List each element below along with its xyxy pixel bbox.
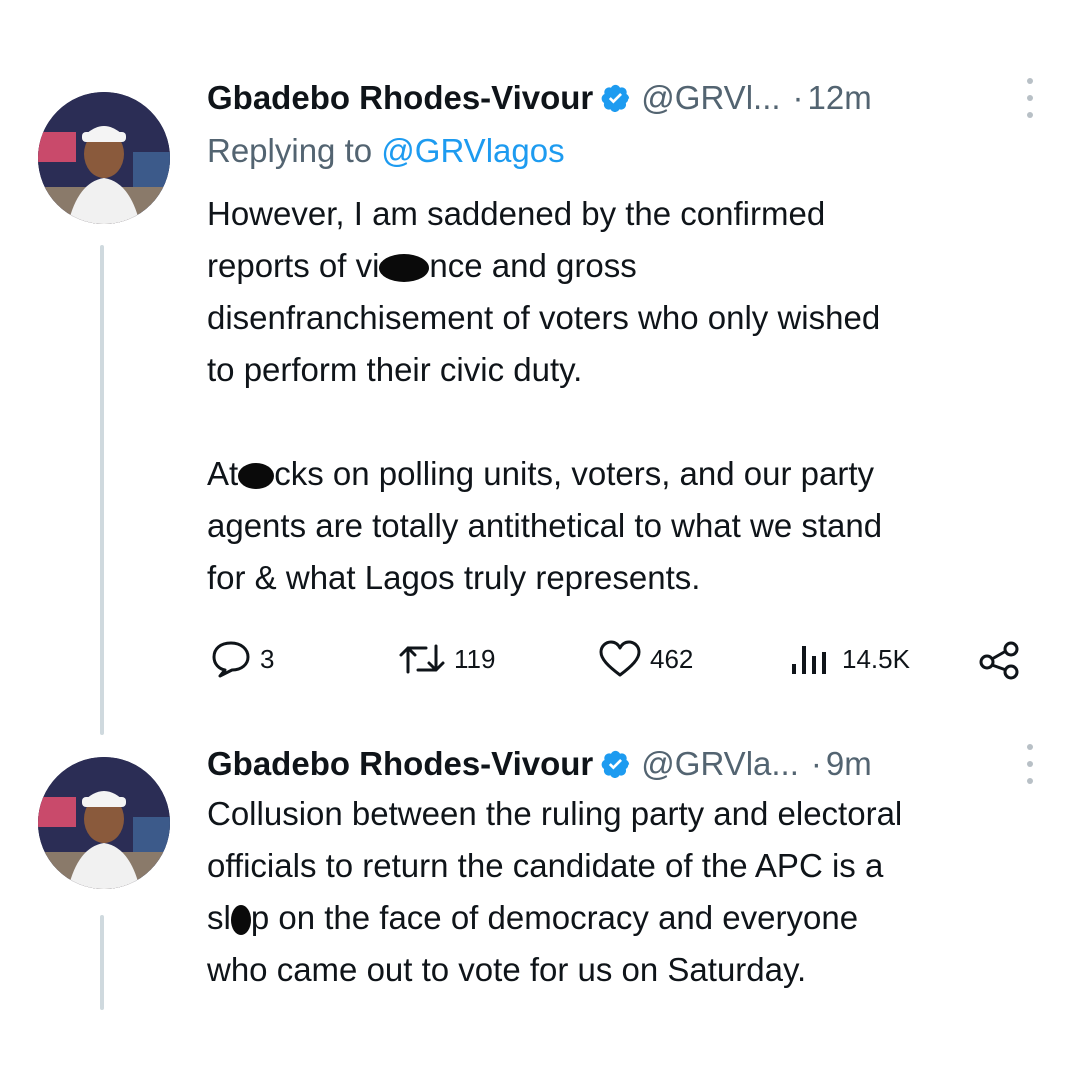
author-handle[interactable]: @GRVla...: [641, 745, 799, 783]
text-line-start: sl: [207, 899, 231, 936]
tweet-2[interactable]: Gbadebo Rhodes-Vivour @GRVla... · 9m Col…: [0, 0, 1080, 1080]
more-options-icon[interactable]: [1020, 744, 1040, 784]
tweet-text: Collusion between the ruling party and e…: [207, 788, 1057, 996]
text-line: officials to return the candidate of the…: [207, 847, 884, 884]
text-line-end: p on the face of democracy and everyone: [250, 899, 859, 936]
avatar[interactable]: [38, 757, 170, 889]
timestamp[interactable]: 9m: [826, 745, 872, 783]
redaction-mark: [230, 905, 251, 936]
separator-dot: ·: [810, 745, 822, 782]
text-line: who came out to vote for us on Saturday.: [207, 951, 807, 988]
text-line: Collusion between the ruling party and e…: [207, 795, 903, 832]
verified-badge-icon: [601, 750, 630, 779]
author-name[interactable]: Gbadebo Rhodes-Vivour: [207, 745, 593, 783]
